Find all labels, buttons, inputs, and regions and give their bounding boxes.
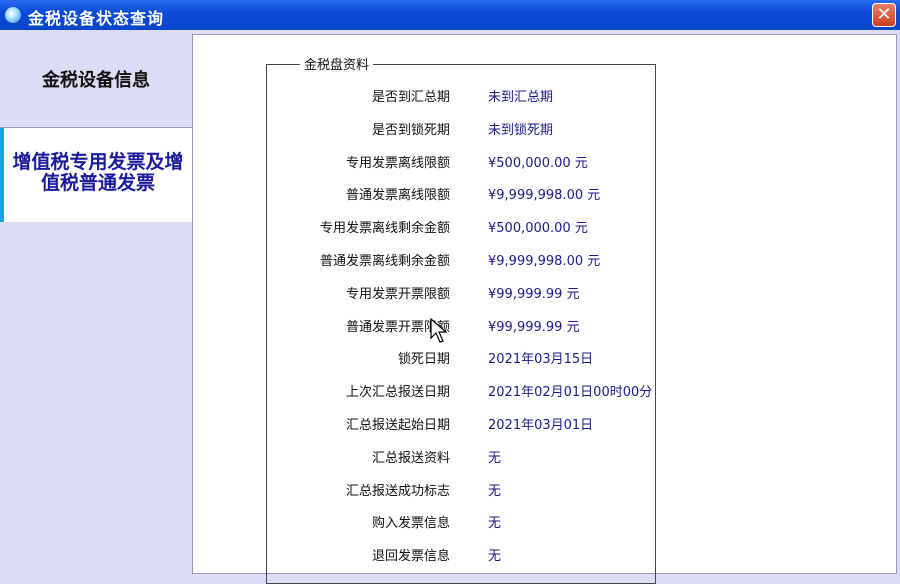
info-row: 上次汇总报送日期 2021年02月01日00时00分 (266, 381, 686, 401)
row-value: 无 (488, 516, 502, 532)
row-label: 汇总报送起始日期 (345, 418, 450, 433)
close-button[interactable]: ✕ (872, 3, 896, 27)
row-label: 是否到汇总期 (371, 90, 450, 105)
info-row: 是否到汇总期 未到汇总期 (266, 86, 686, 106)
row-value: 2021年03月15日 (488, 352, 594, 368)
row-label: 汇总报送成功标志 (345, 483, 450, 499)
groupbox-title: 金税盘资料 (300, 54, 374, 73)
info-row: 汇总报送资料 无 (266, 447, 686, 467)
row-label: 购入发票信息 (371, 516, 450, 532)
info-row: 普通发票离线限额 ¥9,999,998.00 元 (266, 184, 686, 204)
row-value: 未到锁死期 (488, 122, 554, 138)
info-row: 退回发票信息 无 (266, 545, 686, 565)
row-value: ¥500,000.00 元 (488, 221, 588, 237)
row-label: 普通发票离线剩余金额 (319, 254, 450, 269)
row-value: 2021年02月01日00时00分 (488, 385, 653, 401)
info-row: 购入发票信息 无 (266, 512, 686, 532)
tab-vat-invoices[interactable]: 增值税专用发票及增值税普通发票 (0, 128, 192, 222)
row-value: 未到汇总期 (488, 90, 554, 105)
window-title: 金税设备状态查询 (28, 9, 165, 28)
title-bar: 金税设备状态查询 ✕ (0, 0, 900, 30)
row-value: 2021年03月01日 (488, 418, 594, 433)
row-label: 汇总报送资料 (371, 450, 450, 466)
info-row: 专用发票离线剩余金额 ¥500,000.00 元 (266, 217, 686, 237)
row-label: 退回发票信息 (371, 549, 450, 565)
tab-device-info[interactable]: 金税设备信息 (0, 34, 192, 128)
row-label: 专用发票离线限额 (345, 155, 450, 171)
info-row: 汇总报送起始日期 2021年03月01日 (266, 414, 686, 434)
info-row: 专用发票开票限额 ¥99,999.99 元 (266, 283, 686, 303)
info-row: 是否到锁死期 未到锁死期 (266, 119, 686, 139)
row-label: 普通发票离线限额 (345, 188, 450, 204)
row-value: ¥9,999,998.00 元 (488, 254, 601, 269)
row-value: ¥9,999,998.00 元 (488, 188, 601, 204)
row-label: 锁死日期 (397, 352, 450, 368)
row-value: 无 (488, 549, 502, 565)
app-icon (5, 7, 21, 23)
row-label: 是否到锁死期 (371, 122, 450, 138)
row-value: ¥99,999.99 元 (488, 286, 580, 302)
row-value: 无 (488, 483, 502, 499)
info-row: 汇总报送成功标志 无 (266, 480, 686, 500)
row-value: ¥99,999.99 元 (488, 319, 580, 335)
row-value: ¥500,000.00 元 (488, 155, 588, 171)
info-row: 普通发票离线剩余金额 ¥9,999,998.00 元 (266, 250, 686, 270)
row-value: 无 (488, 450, 502, 466)
row-label: 上次汇总报送日期 (345, 385, 450, 401)
row-label: 专用发票开票限额 (345, 286, 450, 302)
info-row: 普通发票开票限额 ¥99,999.99 元 (266, 316, 686, 336)
mouse-cursor-icon (430, 318, 448, 343)
info-row: 专用发票离线限额 ¥500,000.00 元 (266, 152, 686, 172)
row-label: 专用发票离线剩余金额 (319, 221, 450, 237)
info-row: 锁死日期 2021年03月15日 (266, 348, 686, 368)
